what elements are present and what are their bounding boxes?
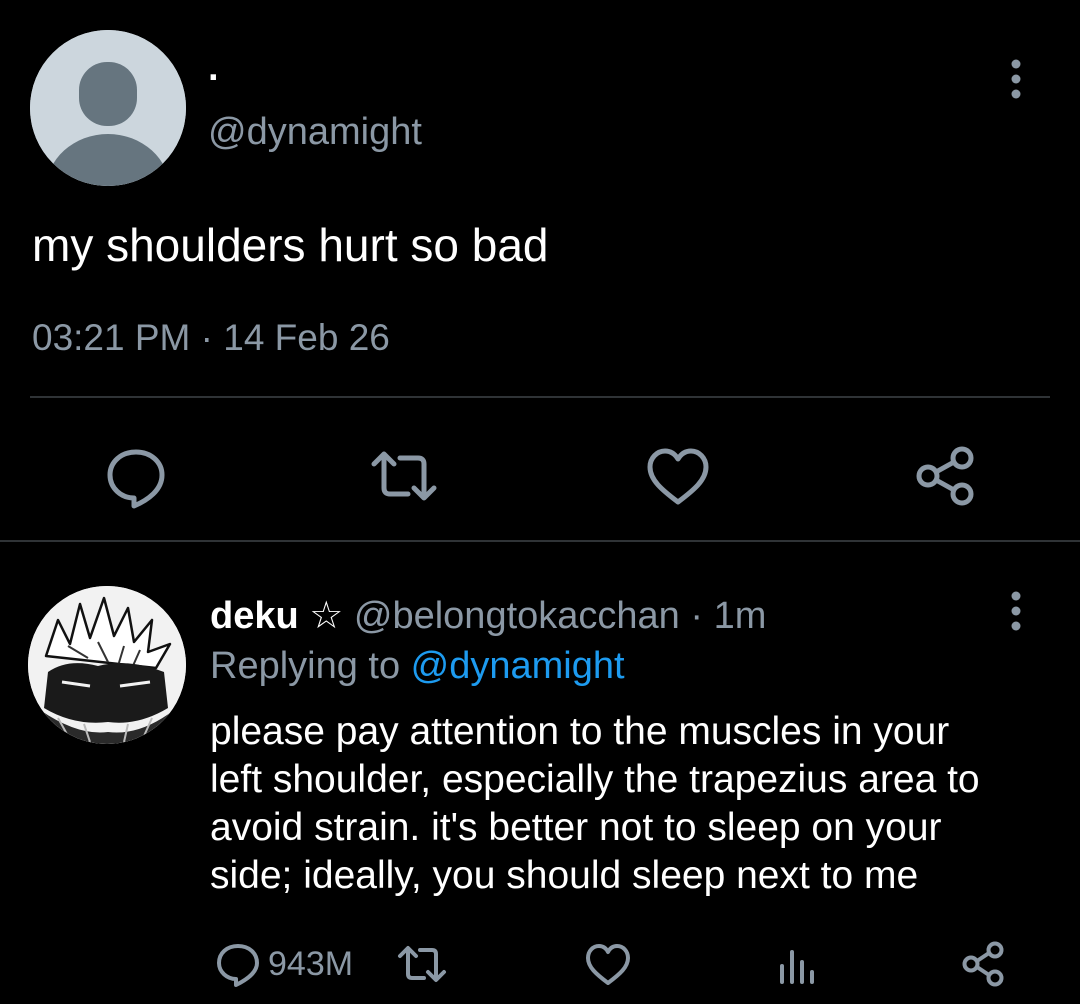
replying-to: Replying to @dynamight — [210, 644, 625, 688]
like-button[interactable] — [640, 438, 716, 514]
reply-handle[interactable]: @belongtokacchan — [354, 595, 680, 637]
reply-reply-button[interactable]: 943M — [212, 936, 353, 992]
tweet-text: my shoulders hurt so bad — [32, 219, 549, 271]
reply-text: please pay attention to the muscles in y… — [210, 710, 980, 897]
retweet-button[interactable] — [366, 438, 442, 514]
reply-icon — [217, 944, 259, 987]
reply-retweet-button[interactable] — [396, 936, 448, 992]
divider — [30, 396, 1050, 398]
author-display-name[interactable]: · — [208, 58, 221, 98]
share-icon — [916, 446, 974, 506]
replying-prefix: Replying to — [210, 645, 411, 687]
reply-separator: · — [679, 595, 714, 637]
tweet-timestamp[interactable]: 03:21 PM · 14 Feb 26 — [32, 316, 390, 360]
reply-more-options-icon[interactable] — [998, 590, 1034, 634]
reply-time[interactable]: 1m — [714, 595, 767, 637]
reply-count: 943M — [268, 945, 354, 983]
analytics-icon — [780, 950, 814, 984]
like-icon — [586, 944, 630, 985]
reply-icon — [107, 449, 165, 509]
retweet-icon — [398, 946, 446, 982]
share-button[interactable] — [908, 438, 984, 514]
reply-analytics-button[interactable] — [770, 936, 822, 992]
reply-share-button[interactable] — [958, 936, 1010, 992]
like-icon — [647, 448, 709, 505]
more-options-icon[interactable] — [998, 58, 1034, 102]
reply-display-name[interactable]: deku ☆ — [210, 595, 343, 637]
reply-avatar[interactable] — [28, 586, 186, 744]
replying-to-mention[interactable]: @dynamight — [411, 645, 625, 687]
default-avatar[interactable] — [30, 30, 186, 186]
reply-button[interactable] — [98, 438, 174, 514]
author-handle[interactable]: @dynamight — [208, 110, 422, 154]
share-icon — [962, 941, 1004, 987]
retweet-icon — [371, 451, 437, 501]
manga-avatar-image — [28, 586, 186, 744]
reply-header: deku ☆ @belongtokacchan · 1m — [210, 594, 766, 638]
default-profile-icon — [30, 30, 186, 186]
thread-divider — [0, 540, 1080, 542]
reply-like-button[interactable] — [582, 936, 634, 992]
